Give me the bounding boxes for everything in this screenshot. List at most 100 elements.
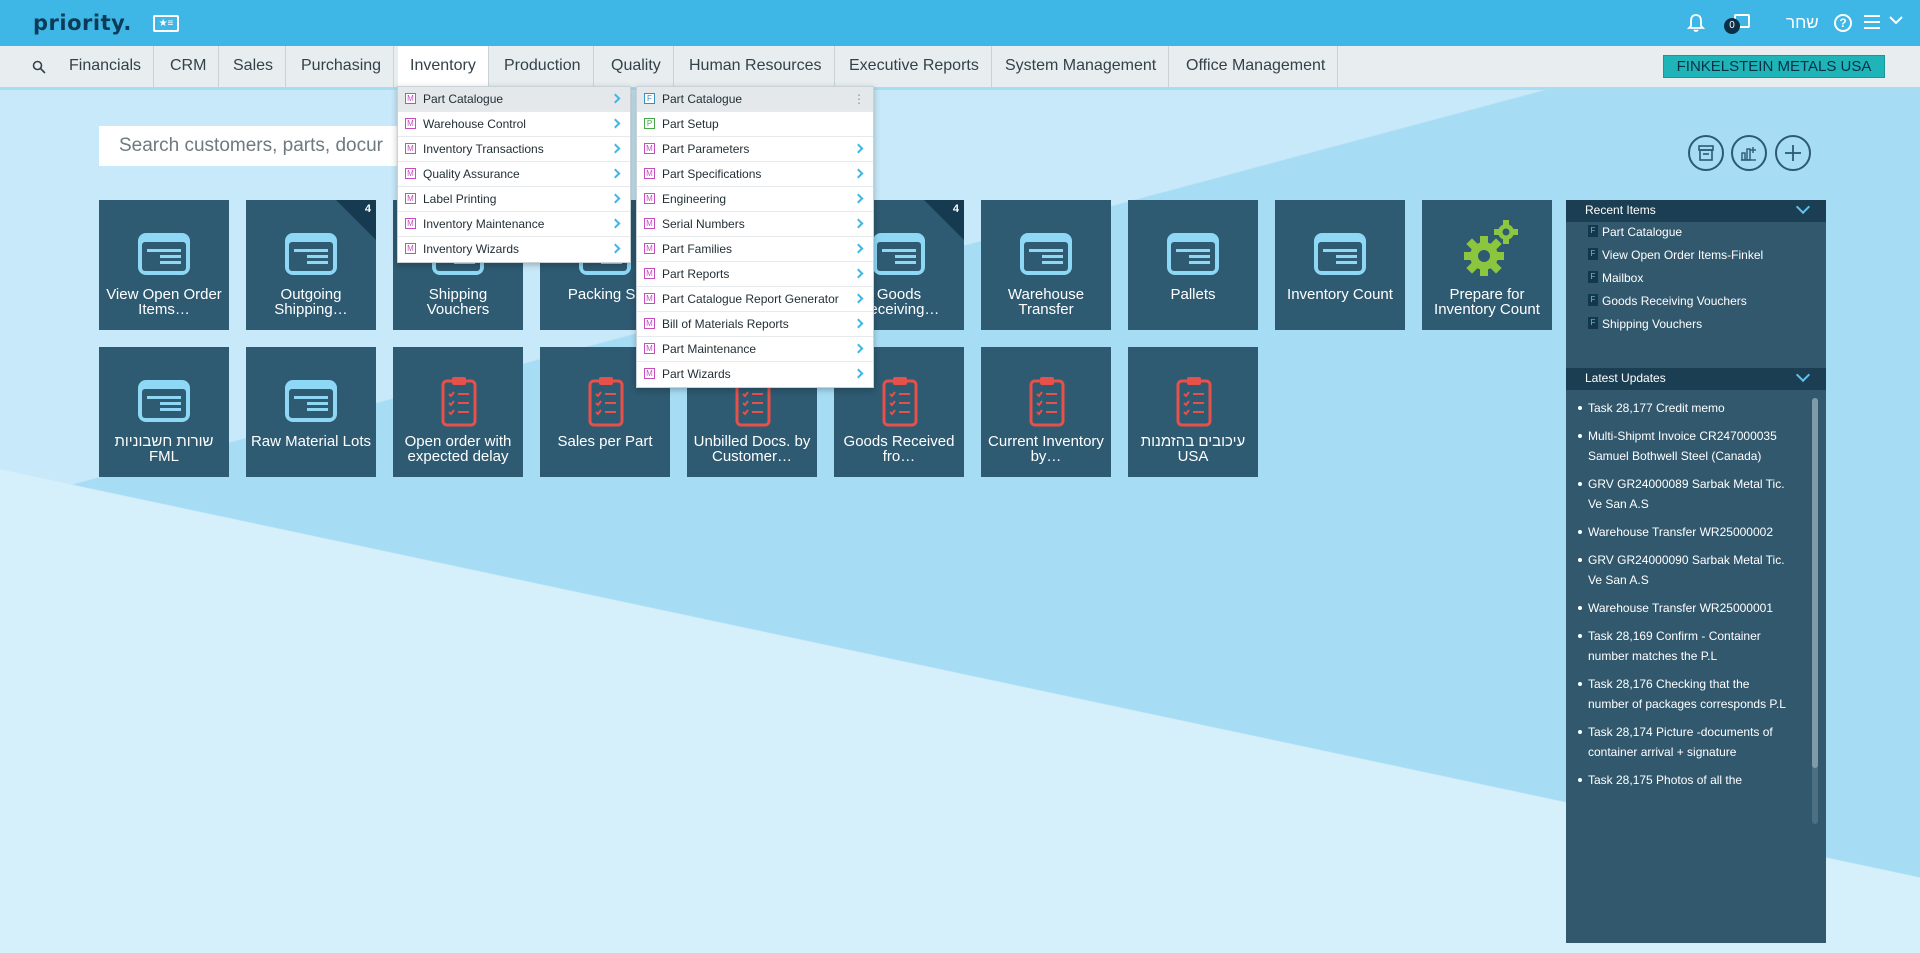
menu-item-inventory-wizards[interactable]: M Inventory Wizards	[398, 237, 630, 262]
submenu-item-part-setup[interactable]: P Part Setup	[637, 112, 873, 137]
clipboard-icon	[1029, 377, 1065, 427]
update-item[interactable]: Warehouse Transfer WR25000002	[1578, 522, 1788, 542]
nav-production[interactable]: Production	[492, 46, 594, 88]
user-name[interactable]: שחר	[1786, 13, 1819, 33]
submenu-item-part-families[interactable]: M Part Families	[637, 237, 873, 262]
recent-item[interactable]: F Mailbox	[1588, 271, 1643, 285]
tile-label: Open order with expected delay	[404, 433, 512, 465]
clipboard-icon	[882, 377, 918, 427]
menu-item-warehouse-control[interactable]: M Warehouse Control	[398, 112, 630, 137]
submenu-item-part-wizards[interactable]: M Part Wizards	[637, 362, 873, 387]
nav-executive-reports[interactable]: Executive Reports	[837, 46, 992, 88]
latest-updates-header[interactable]: Latest Updates	[1566, 367, 1826, 390]
more-options-icon[interactable]: ⋮	[853, 87, 865, 111]
tile-label: Unbilled Docs. by Customer…	[693, 433, 811, 465]
menu-type-icon: M	[405, 118, 416, 129]
tile-current-inventory[interactable]: Current Inventory by…	[981, 347, 1111, 477]
tile-view-open-order-items[interactable]: View Open Order Items…	[99, 200, 229, 330]
update-item[interactable]: GRV GR24000090 Sarbak Metal Tic. Ve San …	[1578, 550, 1788, 590]
update-item[interactable]: Task 28,174 Picture -documents of contai…	[1578, 722, 1788, 762]
chevron-right-icon	[610, 143, 621, 154]
chevron-right-icon	[853, 293, 864, 304]
submenu-item-part-specifications[interactable]: M Part Specifications	[637, 162, 873, 187]
nav-inventory[interactable]: Inventory	[398, 46, 489, 89]
chevron-down-icon[interactable]	[1888, 12, 1904, 28]
recent-item[interactable]: F Part Catalogue	[1588, 225, 1682, 239]
tile-prepare-inventory-count[interactable]: Prepare for Inventory Count	[1422, 200, 1552, 330]
menu-item-label-printing[interactable]: M Label Printing	[398, 187, 630, 212]
recent-item[interactable]: F View Open Order Items-Finkel	[1588, 248, 1763, 262]
menu-item-inventory-maintenance[interactable]: M Inventory Maintenance	[398, 212, 630, 237]
add-chart-button[interactable]	[1731, 135, 1767, 171]
menu-item-part-catalogue[interactable]: M Part Catalogue	[398, 87, 630, 112]
menu-type-icon: M	[644, 218, 655, 229]
submenu-item-part-reports[interactable]: M Part Reports	[637, 262, 873, 287]
menu-item-inventory-transactions[interactable]: M Inventory Transactions	[398, 137, 630, 162]
nav-crm[interactable]: CRM	[158, 46, 220, 88]
tile-label: Prepare for Inventory Count	[1434, 286, 1540, 318]
menu-type-icon: F	[644, 93, 655, 104]
tile-label: Raw Material Lots	[250, 433, 372, 450]
recent-item[interactable]: F Shipping Vouchers	[1588, 317, 1702, 331]
nav-system-management[interactable]: System Management	[993, 46, 1170, 88]
tile-warehouse-transfer[interactable]: Warehouse Transfer	[981, 200, 1111, 330]
tile-open-order-delay[interactable]: Open order with expected delay	[393, 347, 523, 477]
nav-sales[interactable]: Sales	[221, 46, 287, 88]
part-catalogue-submenu: F Part Catalogue ⋮ P Part Setup M Part Param…	[636, 86, 874, 388]
submenu-item-bom-reports[interactable]: M Bill of Materials Reports	[637, 312, 873, 337]
submenu-item-part-maintenance[interactable]: M Part Maintenance	[637, 337, 873, 362]
update-item[interactable]: Task 28,177 Credit memo	[1578, 398, 1788, 418]
recent-item[interactable]: F Goods Receiving Vouchers	[1588, 294, 1747, 308]
submenu-item-engineering[interactable]: M Engineering	[637, 187, 873, 212]
gears-icon	[1464, 220, 1518, 276]
tile-label: Pallets	[1170, 286, 1216, 303]
archive-button[interactable]	[1688, 135, 1724, 171]
search-input[interactable]: Search customers, parts, docur	[99, 126, 419, 166]
chevron-right-icon	[853, 168, 864, 179]
update-item[interactable]: Task 28,175 Photos of all the	[1578, 770, 1788, 790]
tile-raw-material-lots[interactable]: Raw Material Lots	[246, 347, 376, 477]
tile-outgoing-shipping[interactable]: 4 Outgoing Shipping…	[246, 200, 376, 330]
submenu-item-part-catalogue[interactable]: F Part Catalogue ⋮	[637, 87, 873, 112]
menu-icon[interactable]	[1864, 15, 1880, 33]
nav-financials[interactable]: Financials	[57, 46, 155, 88]
business-card-icon[interactable]: ★≡	[153, 15, 179, 32]
nav-purchasing[interactable]: Purchasing	[289, 46, 395, 88]
help-icon[interactable]: ?	[1834, 14, 1852, 32]
update-item[interactable]: Warehouse Transfer WR25000001	[1578, 598, 1788, 618]
menu-type-icon: M	[644, 293, 655, 304]
submenu-item-serial-numbers[interactable]: M Serial Numbers	[637, 212, 873, 237]
latest-updates-title: Latest Updates	[1585, 371, 1666, 385]
tile-pallets[interactable]: Pallets	[1128, 200, 1258, 330]
chevron-down-icon[interactable]	[1795, 199, 1811, 215]
form-icon	[1314, 233, 1366, 275]
company-badge[interactable]: FINKELSTEIN METALS USA	[1663, 55, 1885, 78]
clipboard-icon	[1176, 377, 1212, 427]
menu-type-icon: M	[644, 193, 655, 204]
update-item[interactable]: GRV GR24000089 Sarbak Metal Tic. Ve San …	[1578, 474, 1788, 514]
main-nav: Financials CRM Sales Purchasing Inventor…	[0, 46, 1920, 89]
tile-invoice-lines-fml[interactable]: שורות חשבוניות FML	[99, 347, 229, 477]
bell-icon[interactable]	[1686, 13, 1706, 33]
recent-items-header[interactable]: Recent Items	[1566, 199, 1826, 222]
tile-inventory-count[interactable]: Inventory Count	[1275, 200, 1405, 330]
nav-human-resources[interactable]: Human Resources	[677, 46, 835, 88]
nav-quality[interactable]: Quality	[599, 46, 674, 88]
update-item[interactable]: Multi-Shipmt Invoice CR247000035 Samuel …	[1578, 426, 1788, 466]
search-icon[interactable]	[32, 60, 46, 74]
submenu-item-report-generator[interactable]: M Part Catalogue Report Generator	[637, 287, 873, 312]
tile-order-delays-usa[interactable]: עיכובים בהזמנות USA	[1128, 347, 1258, 477]
chevron-right-icon	[610, 193, 621, 204]
menu-item-quality-assurance[interactable]: M Quality Assurance	[398, 162, 630, 187]
tile-label: View Open Order Items…	[106, 286, 222, 318]
update-item[interactable]: Task 28,169 Confirm - Container number m…	[1578, 626, 1788, 666]
nav-office-management[interactable]: Office Management	[1174, 46, 1339, 88]
chevron-right-icon	[853, 268, 864, 279]
update-item[interactable]: Task 28,176 Checking that the number of …	[1578, 674, 1788, 714]
chevron-down-icon[interactable]	[1795, 367, 1811, 383]
submenu-item-part-parameters[interactable]: M Part Parameters	[637, 137, 873, 162]
updates-scroll-thumb[interactable]	[1812, 398, 1818, 768]
form-icon	[1167, 233, 1219, 275]
chevron-right-icon	[853, 318, 864, 329]
add-button[interactable]	[1775, 135, 1811, 171]
